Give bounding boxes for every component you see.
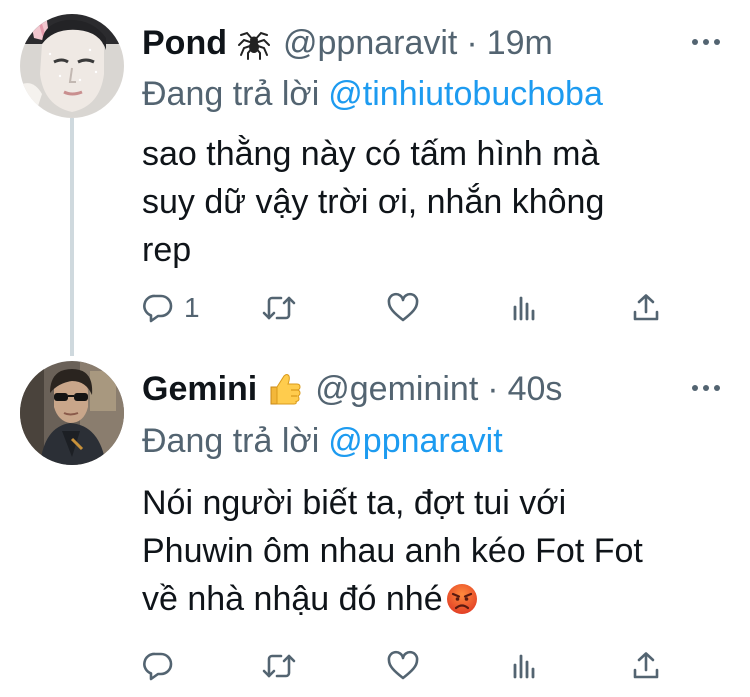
replying-to-label: Đang trả lời	[142, 422, 320, 460]
tweet-text-line: Phuwin ôm nhau anh kéo Fot Fot	[142, 532, 643, 570]
tweet[interactable]: Gemini @geminint · 40s Đang trả lời @ppna…	[0, 355, 750, 697]
analytics-icon	[513, 654, 535, 679]
analytics-icon	[513, 296, 535, 321]
tweet-text-line: Nói người biết ta, đợt tui với	[142, 484, 567, 522]
action-bar	[142, 646, 682, 686]
heart-icon	[387, 292, 419, 322]
user-handle[interactable]: @ppnaravit	[283, 23, 457, 63]
user-handle[interactable]: @geminint	[315, 369, 478, 409]
action-bar: 1	[142, 288, 682, 328]
reply-button[interactable]: 1	[142, 288, 200, 328]
timestamp[interactable]: 19m	[487, 23, 553, 63]
more-options-icon[interactable]	[692, 376, 720, 400]
mention-link[interactable]: @tinhiutobuchoba	[328, 75, 603, 113]
tweet-text-line: suy dữ vậy trời ơi, nhắn không	[142, 183, 605, 221]
analytics-button[interactable]	[508, 288, 540, 328]
reply-icon	[143, 294, 173, 323]
tweet-text: sao thằng này có tấm hình mà suy dữ vậy …	[142, 130, 702, 274]
tweet-header: Pond @ppnaravit · 19m	[142, 18, 553, 68]
retweet-icon	[262, 654, 296, 678]
reply-count: 1	[184, 292, 200, 323]
tweet[interactable]: Pond @ppnaravit · 19m Đang trả lời @tinh…	[0, 0, 750, 356]
reply-icon	[143, 652, 173, 681]
heart-icon	[387, 650, 419, 680]
avatar-image	[20, 14, 124, 118]
analytics-button[interactable]	[508, 646, 540, 686]
share-icon	[633, 294, 659, 321]
tweet-text-line: sao thằng này có tấm hình mà	[142, 135, 600, 173]
replying-to-label: Đang trả lời	[142, 75, 320, 113]
avatar[interactable]	[20, 361, 124, 465]
retweet-icon	[262, 296, 296, 320]
display-name[interactable]: Gemini	[142, 369, 257, 409]
more-options-icon[interactable]	[692, 30, 720, 54]
tweet-text-line: về nhà nhậu đó nhé	[142, 580, 443, 618]
tweet-text-line: rep	[142, 231, 192, 269]
tweet-header: Gemini @geminint · 40s	[142, 364, 562, 414]
thumbs-up-icon	[267, 371, 303, 407]
mention-link[interactable]: @ppnaravit	[328, 422, 502, 460]
replying-to: Đang trả lời @ppnaravit	[142, 421, 503, 461]
separator-dot: ·	[466, 24, 478, 62]
share-button[interactable]	[630, 646, 662, 686]
like-button[interactable]	[386, 646, 420, 686]
timestamp[interactable]: 40s	[508, 369, 563, 409]
replying-to: Đang trả lời @tinhiutobuchoba	[142, 74, 603, 114]
tweet-text: Nói người biết ta, đợt tui với Phuwin ôm…	[142, 479, 702, 629]
retweet-button[interactable]	[260, 288, 298, 328]
avatar-image	[20, 361, 124, 465]
like-button[interactable]	[386, 288, 420, 328]
angry-face-icon	[445, 581, 479, 629]
retweet-button[interactable]	[260, 646, 298, 686]
thread-connector-line	[70, 118, 74, 356]
share-icon	[633, 652, 659, 679]
display-name[interactable]: Pond	[142, 23, 227, 63]
spider-icon	[237, 26, 271, 60]
share-button[interactable]	[630, 288, 662, 328]
reply-button[interactable]	[142, 646, 174, 686]
separator-dot: ·	[487, 370, 499, 408]
avatar[interactable]	[20, 14, 124, 118]
